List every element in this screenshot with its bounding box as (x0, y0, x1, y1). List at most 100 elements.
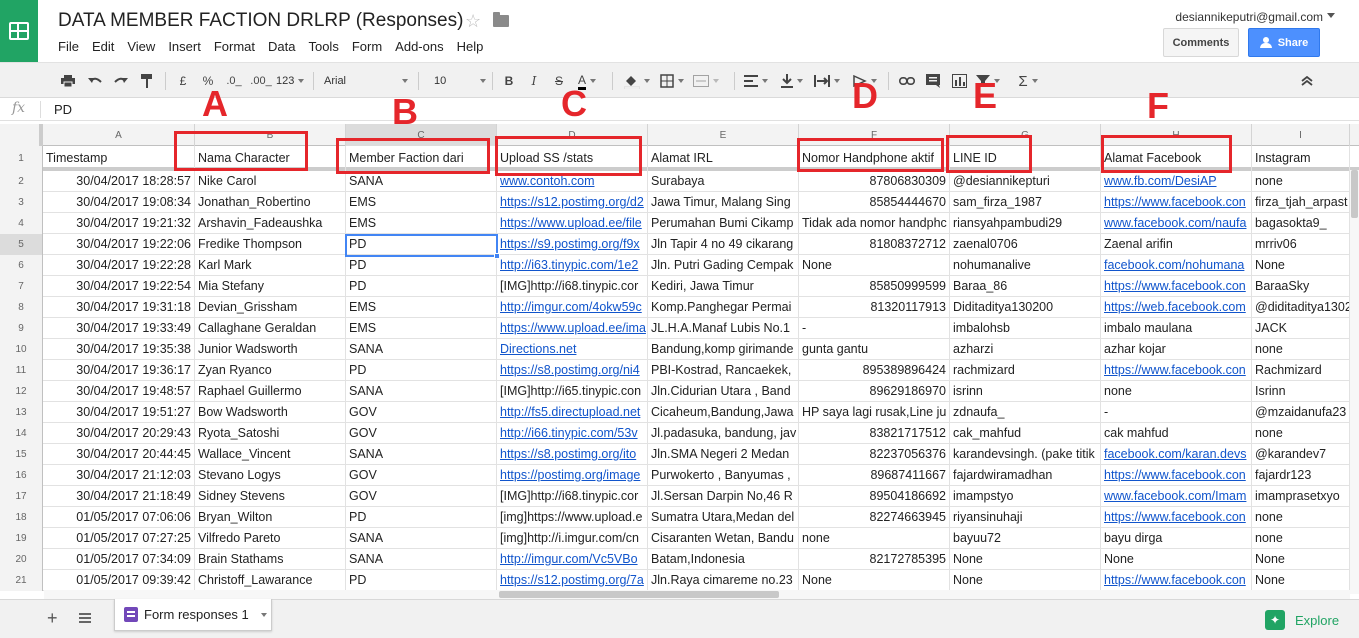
row-number[interactable]: 4 (0, 213, 43, 234)
formula-input[interactable]: PD (54, 102, 72, 117)
table-cell[interactable]: Fredike Thompson (195, 234, 346, 255)
row-number[interactable]: 17 (0, 486, 43, 507)
table-cell[interactable]: None (950, 549, 1101, 570)
table-cell[interactable]: SANA (346, 528, 497, 549)
table-cell[interactable]: mrriv06 (1252, 234, 1350, 255)
table-cell[interactable]: none (1252, 339, 1350, 360)
column-header-i[interactable]: I (1252, 124, 1350, 146)
table-cell[interactable]: Zyan Ryanco (195, 360, 346, 381)
table-cell[interactable]: fajardr123 (1252, 465, 1350, 486)
functions-button[interactable]: Σ (1012, 70, 1044, 92)
menu-insert[interactable]: Insert (168, 38, 208, 55)
table-cell[interactable]: cak_mahfud (950, 423, 1101, 444)
table-cell[interactable]: 01/05/2017 09:39:42 (43, 570, 195, 591)
table-cell[interactable]: EMS (346, 318, 497, 339)
table-cell[interactable]: 01/05/2017 07:34:09 (43, 549, 195, 570)
table-cell[interactable]: none (1252, 528, 1350, 549)
chevron-down-icon[interactable] (1327, 13, 1335, 18)
table-cell[interactable]: zdnaufa_ (950, 402, 1101, 423)
table-cell[interactable]: https://www.facebook.con (1101, 276, 1252, 297)
table-cell[interactable]: 30/04/2017 19:08:34 (43, 192, 195, 213)
table-cell[interactable]: [IMG]http://i68.tinypic.cor (497, 276, 648, 297)
table-cell[interactable]: imampstyo (950, 486, 1101, 507)
table-cell[interactable]: none (1252, 507, 1350, 528)
table-cell[interactable]: Stevano Logys (195, 465, 346, 486)
column-title-cell[interactable]: Nama Character (195, 146, 346, 171)
table-cell[interactable]: https://postimg.org/image (497, 465, 648, 486)
horizontal-align-button[interactable] (742, 70, 770, 92)
table-cell[interactable]: www.facebook.com/naufa (1101, 213, 1252, 234)
table-cell[interactable]: 30/04/2017 19:35:38 (43, 339, 195, 360)
table-cell[interactable]: karandevsingh. (pake titik (950, 444, 1101, 465)
column-header-f[interactable]: F (799, 124, 950, 146)
table-cell[interactable]: PD (346, 570, 497, 591)
table-cell[interactable]: 30/04/2017 19:21:32 (43, 213, 195, 234)
column-header-d[interactable]: D (497, 124, 648, 146)
add-sheet-button[interactable]: + (47, 608, 58, 629)
table-cell[interactable]: 89687411667 (799, 465, 950, 486)
row-number[interactable]: 13 (0, 402, 43, 423)
table-cell[interactable]: Jln.Raya cimareme no.23 (648, 570, 799, 591)
table-cell[interactable]: 30/04/2017 19:22:54 (43, 276, 195, 297)
table-cell[interactable]: Mia Stefany (195, 276, 346, 297)
table-cell[interactable]: None (799, 255, 950, 276)
table-cell[interactable]: 30/04/2017 19:36:17 (43, 360, 195, 381)
table-cell[interactable]: bayuu72 (950, 528, 1101, 549)
sheets-logo[interactable] (0, 0, 38, 62)
table-cell[interactable]: fajardwiramadhan (950, 465, 1101, 486)
borders-button[interactable] (658, 70, 686, 92)
column-header-b[interactable]: B (195, 124, 346, 146)
currency-format-button[interactable]: £ (175, 70, 191, 92)
menu-data[interactable]: Data (268, 38, 302, 55)
table-cell[interactable]: http://i66.tinypic.com/53v (497, 423, 648, 444)
row-number[interactable]: 18 (0, 507, 43, 528)
insert-comment-button[interactable] (922, 70, 944, 92)
font-size-dropdown[interactable]: 10 (434, 70, 486, 92)
table-cell[interactable]: Bow Wadsworth (195, 402, 346, 423)
table-cell[interactable]: [img]https://www.upload.e (497, 507, 648, 528)
table-cell[interactable]: PBI-Kostrad, Rancaekek, (648, 360, 799, 381)
row-number[interactable]: 3 (0, 192, 43, 213)
table-cell[interactable]: http://i63.tinypic.com/1e2 (497, 255, 648, 276)
table-cell[interactable]: 30/04/2017 19:33:49 (43, 318, 195, 339)
text-wrap-button[interactable] (812, 70, 842, 92)
print-icon[interactable] (58, 70, 78, 92)
table-cell[interactable]: none (799, 528, 950, 549)
column-title-cell[interactable]: Alamat Facebook (1101, 146, 1252, 171)
table-cell[interactable]: Devian_Grissham (195, 297, 346, 318)
menu-edit[interactable]: Edit (92, 38, 121, 55)
paint-format-icon[interactable] (137, 70, 157, 92)
table-cell[interactable]: - (1101, 402, 1252, 423)
table-cell[interactable]: EMS (346, 297, 497, 318)
table-cell[interactable]: HP saya lagi rusak,Line ju (799, 402, 950, 423)
table-cell[interactable]: Nike Carol (195, 171, 346, 192)
table-cell[interactable]: Isrinn (1252, 381, 1350, 402)
table-cell[interactable]: Jln.SMA Negeri 2 Medan (648, 444, 799, 465)
table-cell[interactable]: None (1101, 549, 1252, 570)
table-cell[interactable]: 30/04/2017 19:48:57 (43, 381, 195, 402)
table-cell[interactable]: Jln. Putri Gading Cempak (648, 255, 799, 276)
table-cell[interactable]: nohumanalive (950, 255, 1101, 276)
table-cell[interactable]: 30/04/2017 21:12:03 (43, 465, 195, 486)
table-cell[interactable]: https://s12.postimg.org/7a (497, 570, 648, 591)
table-cell[interactable]: PD (346, 234, 497, 255)
table-cell[interactable]: Surabaya (648, 171, 799, 192)
table-cell[interactable]: https://s8.postimg.org/ito (497, 444, 648, 465)
menu-tools[interactable]: Tools (308, 38, 345, 55)
table-cell[interactable]: 85854444670 (799, 192, 950, 213)
table-cell[interactable]: Brain Stathams (195, 549, 346, 570)
column-header-e[interactable]: E (648, 124, 799, 146)
table-cell[interactable]: http://imgur.com/4okw59c (497, 297, 648, 318)
italic-button[interactable]: I (525, 70, 543, 92)
table-cell[interactable]: Wallace_Vincent (195, 444, 346, 465)
table-cell[interactable]: Cicaheum,Bandung,Jawa (648, 402, 799, 423)
table-cell[interactable]: None (799, 570, 950, 591)
table-cell[interactable]: https://s9.postimg.org/f9x (497, 234, 648, 255)
column-header-h[interactable]: H (1101, 124, 1252, 146)
table-cell[interactable]: https://web.facebook.com (1101, 297, 1252, 318)
table-cell[interactable]: Sumatra Utara,Medan del (648, 507, 799, 528)
table-cell[interactable]: GOV (346, 486, 497, 507)
table-cell[interactable]: 82172785395 (799, 549, 950, 570)
vertical-align-button[interactable] (778, 70, 806, 92)
column-title-cell[interactable]: Upload SS /stats (497, 146, 648, 171)
